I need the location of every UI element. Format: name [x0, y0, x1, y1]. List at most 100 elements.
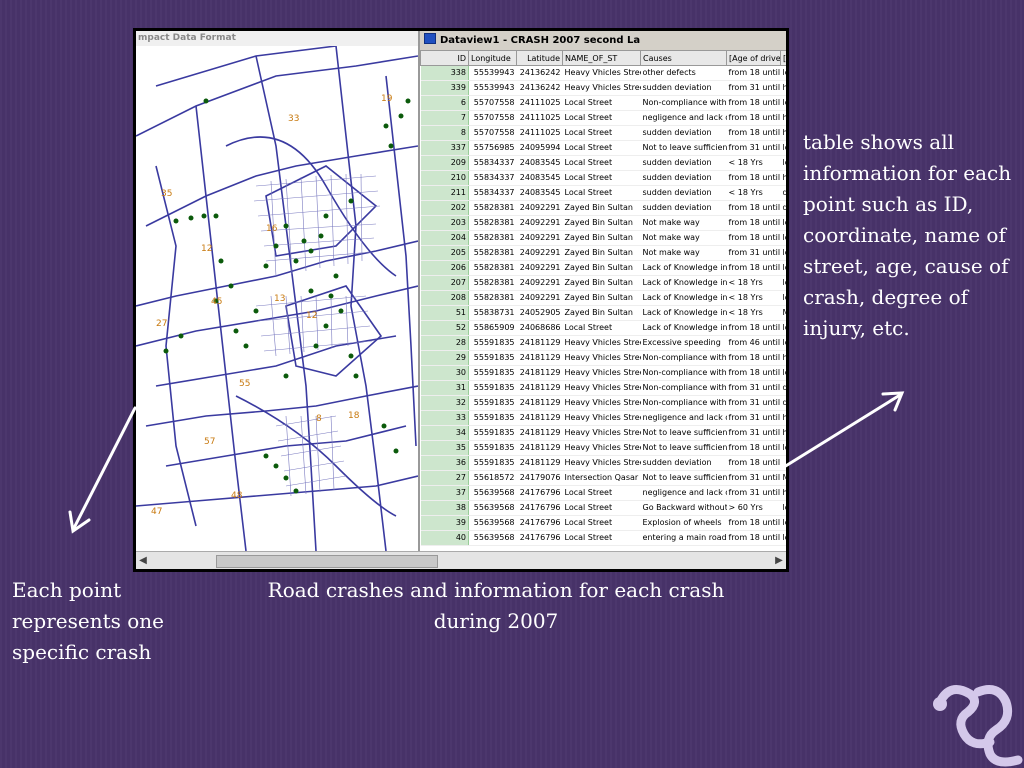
- table-cell[interactable]: Local Street: [562, 95, 641, 111]
- table-cell[interactable]: negligence and lack of: [640, 110, 727, 126]
- table-cell[interactable]: 24092291: [516, 275, 563, 291]
- table-cell[interactable]: 24181129: [516, 380, 563, 396]
- table-cell[interactable]: 55756985: [468, 140, 517, 156]
- table-cell[interactable]: 24083545: [516, 155, 563, 171]
- table-cell[interactable]: 27: [420, 470, 469, 486]
- table-cell[interactable]: 55828381: [468, 260, 517, 276]
- table-cell[interactable]: 24092291: [516, 260, 563, 276]
- table-cell[interactable]: 55828381: [468, 200, 517, 216]
- table-cell[interactable]: 24181129: [516, 410, 563, 426]
- table-cell[interactable]: hi: [780, 125, 786, 141]
- table-cell[interactable]: lo: [780, 65, 786, 81]
- table-cell[interactable]: Non-compliance with th: [640, 95, 727, 111]
- table-row[interactable]: 203 55828381 24092291 Zayed Bin Sultan Not m…: [420, 215, 786, 231]
- table-cell[interactable]: from 31 until 4: [726, 425, 781, 441]
- table-cell[interactable]: Heavy Vhicles Street: [562, 380, 641, 396]
- table-cell[interactable]: 55591835: [468, 365, 517, 381]
- table-cell[interactable]: Heavy Vhicles Street: [562, 410, 641, 426]
- table-cell[interactable]: 338: [420, 65, 469, 81]
- table-cell[interactable]: from 18 until 3: [726, 230, 781, 246]
- table-cell[interactable]: 30: [420, 365, 469, 381]
- table-cell[interactable]: 55707558: [468, 95, 517, 111]
- table-cell[interactable]: from 31 until 4: [726, 140, 781, 156]
- table-cell[interactable]: sudden deviation: [640, 185, 727, 201]
- table-cell[interactable]: 24176796: [516, 500, 563, 516]
- table-cell[interactable]: Heavy Vhicles Street: [562, 65, 641, 81]
- table-row[interactable]: 28 55591835 24181129 Heavy Vhicles Street Ex…: [420, 335, 786, 351]
- table-cell[interactable]: from 18 until 3: [726, 65, 781, 81]
- table-cell[interactable]: 207: [420, 275, 469, 291]
- table-cell[interactable]: from 18 until 3: [726, 125, 781, 141]
- table-cell[interactable]: 24052905: [516, 305, 563, 321]
- table-cell[interactable]: 24136242: [516, 65, 563, 81]
- table-cell[interactable]: lo: [780, 365, 786, 381]
- table-row[interactable]: 209 55834337 24083545 Local Street sudden de…: [420, 155, 786, 171]
- table-cell[interactable]: Not to leave sufficient: [640, 440, 727, 456]
- table-cell[interactable]: 36: [420, 455, 469, 471]
- table-cell[interactable]: from 31 until 4: [726, 470, 781, 486]
- table-cell[interactable]: 202: [420, 200, 469, 216]
- table-cell[interactable]: Local Street: [562, 155, 641, 171]
- table-cell[interactable]: from 18 until 3: [726, 530, 781, 546]
- table-cell[interactable]: 34: [420, 425, 469, 441]
- table-cell[interactable]: Zayed Bin Sultan: [562, 260, 641, 276]
- table-cell[interactable]: 52: [420, 320, 469, 336]
- table-cell[interactable]: hi: [780, 170, 786, 186]
- table-cell[interactable]: 55828381: [468, 290, 517, 306]
- table-cell[interactable]: from 31 until 4: [726, 380, 781, 396]
- table-cell[interactable]: lo: [780, 335, 786, 351]
- table-cell[interactable]: 55639568: [468, 500, 517, 516]
- column-header[interactable]: Causes: [640, 50, 727, 66]
- table-cell[interactable]: Not make way: [640, 230, 727, 246]
- table-cell[interactable]: Heavy Vhicles Street: [562, 80, 641, 96]
- table-cell[interactable]: Lack of Knowledge in r: [640, 305, 727, 321]
- table-cell[interactable]: sudden deviation: [640, 125, 727, 141]
- table-cell[interactable]: Go Backward without n: [640, 500, 727, 516]
- dataview-title-bar[interactable]: Dataview1 - CRASH 2007 second La: [420, 31, 786, 50]
- table-cell[interactable]: hi: [780, 425, 786, 441]
- table-cell[interactable]: 55834337: [468, 155, 517, 171]
- table-cell[interactable]: 24083545: [516, 185, 563, 201]
- table-cell[interactable]: 51: [420, 305, 469, 321]
- table-cell[interactable]: from 18 until 3: [726, 440, 781, 456]
- table-cell[interactable]: 337: [420, 140, 469, 156]
- table-cell[interactable]: Heavy Vhicles Street: [562, 395, 641, 411]
- table-row[interactable]: 37 55639568 24176796 Local Street negligence…: [420, 485, 786, 501]
- table-cell[interactable]: Excessive speeding: [640, 335, 727, 351]
- table-row[interactable]: 205 55828381 24092291 Zayed Bin Sultan Not m…: [420, 245, 786, 261]
- table-row[interactable]: 338 55539943 24136242 Heavy Vhicles Street o…: [420, 65, 786, 81]
- table-cell[interactable]: 55865909: [468, 320, 517, 336]
- table-row[interactable]: 202 55828381 24092291 Zayed Bin Sultan sudde…: [420, 200, 786, 216]
- table-cell[interactable]: 55639568: [468, 530, 517, 546]
- table-cell[interactable]: Explosion of wheels: [640, 515, 727, 531]
- table-row[interactable]: 275561857224179076Intersection Qasar MuN…: [420, 470, 786, 486]
- table-cell[interactable]: lo: [780, 260, 786, 276]
- table-cell[interactable]: 55618572: [468, 470, 517, 486]
- table-cell[interactable]: Local Street: [562, 140, 641, 156]
- table-cell[interactable]: 55834337: [468, 185, 517, 201]
- table-cell[interactable]: Local Street: [562, 110, 641, 126]
- table-cell[interactable]: lo: [780, 290, 786, 306]
- table-cell[interactable]: lo: [780, 140, 786, 156]
- table-cell[interactable]: M: [780, 305, 786, 321]
- table-cell[interactable]: lo: [780, 515, 786, 531]
- table-cell[interactable]: from 18 until 3: [726, 455, 781, 471]
- table-cell[interactable]: 38: [420, 500, 469, 516]
- table-cell[interactable]: d: [780, 200, 786, 216]
- table-cell[interactable]: Local Street: [562, 515, 641, 531]
- table-cell[interactable]: 210: [420, 170, 469, 186]
- table-cell[interactable]: Heavy Vhicles Street: [562, 350, 641, 366]
- table-cell[interactable]: lo: [780, 440, 786, 456]
- table-cell[interactable]: 24181129: [516, 335, 563, 351]
- table-cell[interactable]: 24181129: [516, 455, 563, 471]
- horizontal-scrollbar[interactable]: ◀ ▶: [136, 551, 786, 569]
- table-cell[interactable]: 24179076: [516, 470, 563, 486]
- table-cell[interactable]: negligence and lack of: [640, 485, 727, 501]
- table-row[interactable]: 7 55707558 24111025 Local Street negligence …: [420, 110, 786, 126]
- table-cell[interactable]: lo: [780, 245, 786, 261]
- table-cell[interactable]: 24092291: [516, 245, 563, 261]
- table-cell[interactable]: Local Street: [562, 485, 641, 501]
- table-cell[interactable]: d: [780, 380, 786, 396]
- table-cell[interactable]: lo: [780, 230, 786, 246]
- table-cell[interactable]: from 46 until 6: [726, 335, 781, 351]
